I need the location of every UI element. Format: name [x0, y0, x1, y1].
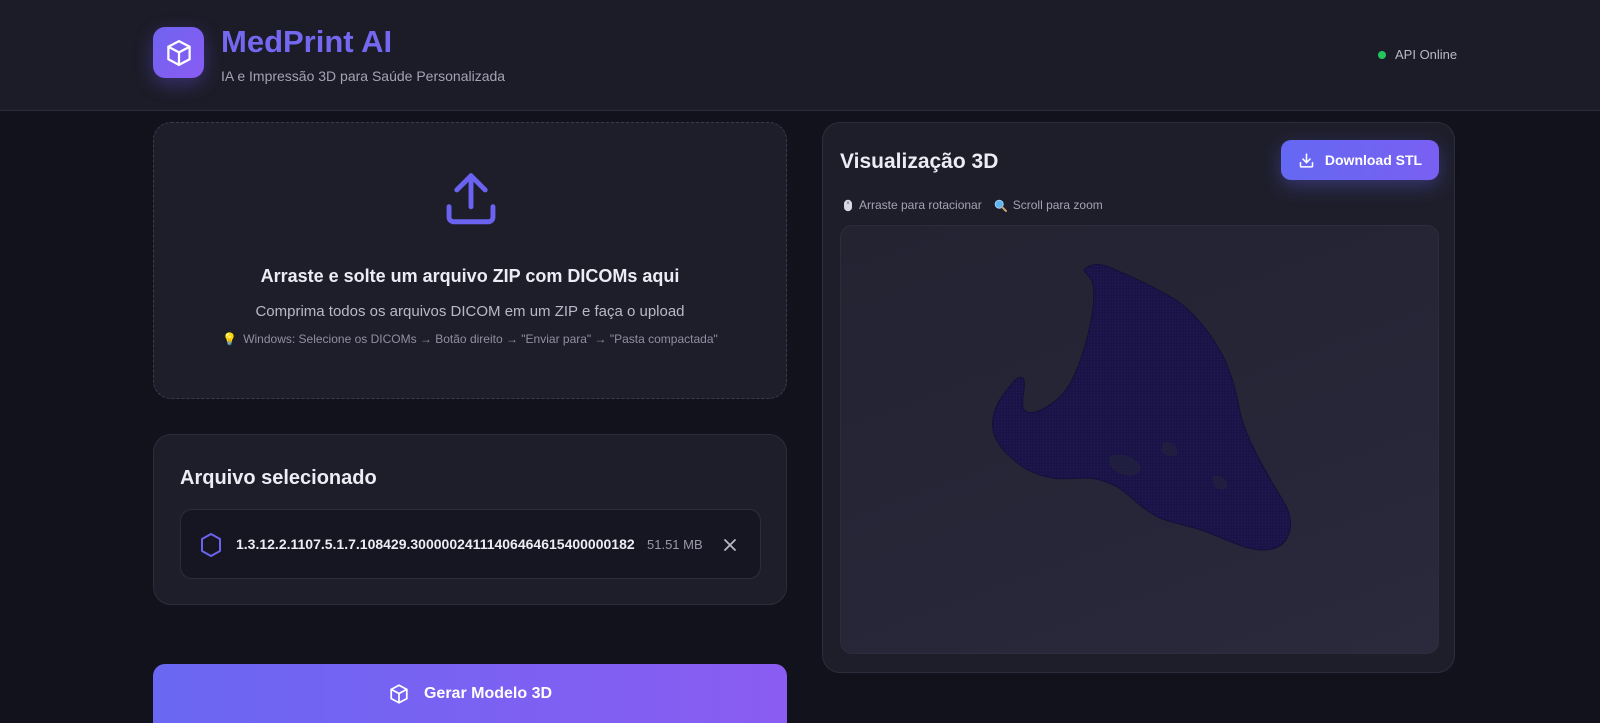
close-icon — [724, 539, 736, 551]
download-stl-button[interactable]: Download STL — [1281, 140, 1439, 180]
viewer-card: Visualização 3D Download STL Arraste par… — [822, 122, 1455, 673]
hexagon-file-icon — [201, 533, 221, 557]
magnifier-icon — [994, 199, 1007, 212]
selected-file-card: Arquivo selecionado 1.3.12.2.1107.5.1.7.… — [153, 434, 787, 605]
selected-file-title: Arquivo selecionado — [180, 467, 377, 489]
upload-dropzone[interactable]: Arraste e solte um arquivo ZIP com DICOM… — [153, 122, 787, 399]
hint-zoom-text: Scroll para zoom — [1012, 198, 1103, 212]
status-dot-icon — [1378, 50, 1386, 59]
viewer-title: Visualização 3D — [840, 150, 999, 173]
file-row: 1.3.12.2.1107.5.1.7.108429.3000002411140… — [180, 509, 761, 579]
mouse-icon — [844, 199, 852, 211]
api-status-label: API Online — [1395, 47, 1458, 62]
file-size: 51.51 MB — [647, 537, 703, 552]
app-header: MedPrint AI IA e Impressão 3D para Saúde… — [0, 0, 1600, 111]
download-stl-label: Download STL — [1324, 152, 1423, 168]
generate-model-label: Gerar Modelo 3D — [423, 684, 553, 702]
upload-icon — [446, 173, 496, 225]
generate-model-button[interactable]: Gerar Modelo 3D — [153, 664, 787, 723]
brand-title: MedPrint AI — [221, 24, 393, 59]
hint-zoom: Scroll para zoom — [994, 198, 1103, 212]
brand-subtitle: IA e Impressão 3D para Saúde Personaliza… — [221, 68, 506, 84]
hint-rotate-text: Arraste para rotacionar — [859, 198, 982, 212]
lightbulb-icon: 💡 — [222, 332, 238, 346]
api-status: API Online — [1378, 47, 1457, 62]
file-name: 1.3.12.2.1107.5.1.7.108429.3000002411140… — [236, 536, 635, 552]
dropzone-subtitle: Comprima todos os arquivos DICOM em um Z… — [255, 303, 685, 320]
dropzone-tip: 💡 Windows: Selecione os DICOMs → Botão di… — [154, 332, 786, 346]
3d-model-render — [992, 264, 1292, 551]
dropzone-title: Arraste e solte um arquivo ZIP com DICOM… — [260, 266, 680, 286]
download-icon — [1299, 152, 1314, 168]
3d-viewer-canvas[interactable] — [840, 225, 1439, 654]
hint-rotate: Arraste para rotacionar — [843, 198, 982, 212]
dropzone-tip-text: Windows: Selecione os DICOMs → Botão dir… — [243, 332, 718, 346]
remove-file-button[interactable] — [721, 536, 739, 554]
cube-icon — [390, 683, 408, 704]
logo — [153, 27, 204, 78]
viewer-hints: Arraste para rotacionar Scroll para zoom — [843, 198, 1103, 212]
cube-icon — [166, 39, 191, 66]
